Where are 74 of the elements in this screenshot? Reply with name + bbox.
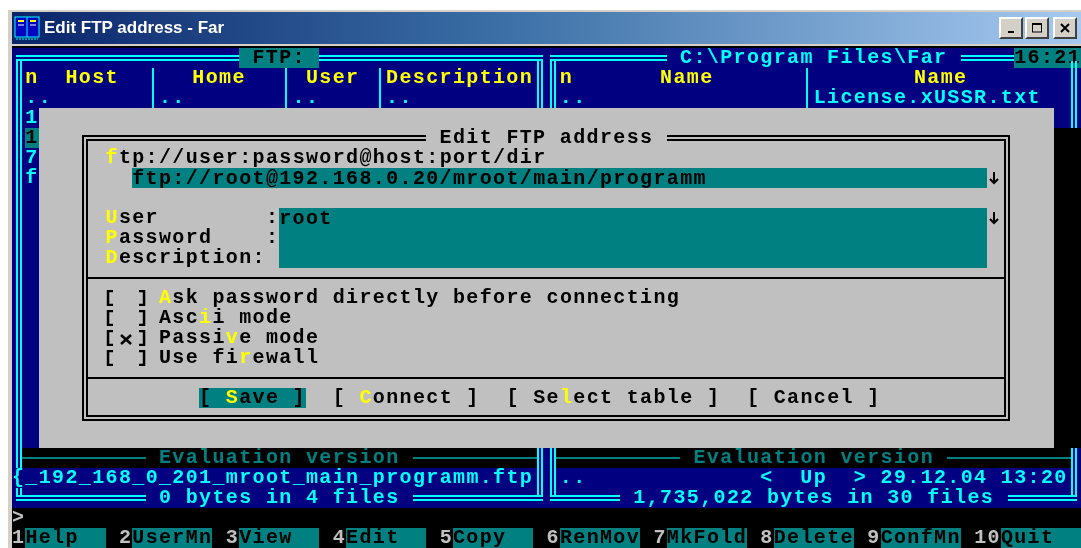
function-key-button[interactable]: View (239, 528, 320, 548)
down-arrow-icon[interactable] (989, 171, 1000, 185)
separator-caption: Evaluation version (692, 448, 936, 468)
key-number: 8 (760, 528, 774, 548)
key-number: 9 (867, 528, 881, 548)
file-info-name: .. (559, 468, 587, 488)
dialog-button[interactable]: [ Cancel ] (747, 388, 881, 408)
panel-summary: 1,735,022 bytes in 30 files (632, 488, 996, 508)
file-cell[interactable]: .. (559, 88, 801, 108)
checkbox-label[interactable]: Ascii mode (158, 308, 293, 328)
function-key-button[interactable]: UserMn (132, 528, 213, 548)
file-info-name: {_192_168_0_201_mroot_main_programm.ftp (12, 468, 534, 488)
key-number: 6 (546, 528, 560, 548)
checkbox-label[interactable]: Passive mode (158, 328, 320, 348)
panels-icon (14, 16, 40, 40)
key-number: 7 (653, 528, 667, 548)
column-heading[interactable]: Name (660, 68, 714, 88)
close-icon (1060, 23, 1070, 33)
key-number: 4 (332, 528, 347, 548)
url-label: ftp://user:password@host:port/dir (105, 148, 547, 168)
field-label: Description: (105, 248, 267, 268)
function-key-button[interactable]: Help (25, 528, 106, 548)
clock: 16:21 (1014, 48, 1081, 68)
minimize-button[interactable] (999, 17, 1023, 39)
checkbox-label[interactable]: Use firewall (158, 348, 320, 368)
panel-title: FTP: (239, 48, 320, 68)
file-cell[interactable]: .. (158, 88, 280, 108)
input-field[interactable]: root (279, 208, 988, 228)
dialog-button[interactable]: [ Connect ] (332, 388, 480, 408)
sort-indicator[interactable]: n (25, 68, 39, 88)
checkbox[interactable] (105, 350, 146, 366)
field-label: Password : (105, 228, 280, 248)
file-info-date: 29.12.04 13:20 (880, 468, 1068, 488)
column-heading[interactable]: Home (192, 68, 246, 88)
input-field[interactable] (279, 248, 988, 268)
url-field[interactable]: ftp://root@192.168.0.20/mroot/main/programm (132, 168, 988, 188)
column-heading[interactable]: Name (913, 68, 968, 88)
key-number: 1 (12, 528, 26, 548)
checkbox[interactable] (105, 330, 146, 346)
checkbox[interactable] (105, 290, 146, 306)
file-cell[interactable]: .. (292, 88, 373, 108)
file-info-size: < Up > (760, 468, 868, 488)
function-key-button[interactable]: Quit (1000, 528, 1081, 548)
file-cell[interactable]: License.xUSSR.txt (813, 88, 1068, 108)
dialog-button[interactable]: [ Save ] (199, 388, 306, 408)
sort-indicator[interactable]: n (559, 68, 574, 88)
panel-title: C:\Program Files\Far (679, 48, 949, 68)
separator-caption: Evaluation version (158, 448, 400, 468)
function-key-button[interactable]: MkFold (666, 528, 747, 548)
field-label: User : (105, 208, 280, 228)
panel-summary: 0 bytes in 4 files (158, 488, 400, 508)
maximize-button[interactable] (1025, 17, 1049, 39)
function-key-button[interactable]: Edit (346, 528, 427, 548)
minimize-icon (1008, 31, 1014, 33)
function-key-button[interactable]: ConfMn (880, 528, 961, 548)
key-number: 10 (974, 528, 1001, 548)
checkbox-label[interactable]: Ask password directly before connecting (158, 288, 681, 308)
dialog-button[interactable]: [ Select table ] (506, 388, 721, 408)
column-heading[interactable]: Description (386, 68, 534, 88)
function-key-button[interactable]: RenMov (559, 528, 641, 548)
down-arrow-icon[interactable] (989, 211, 1000, 225)
column-heading[interactable]: Host (65, 68, 119, 88)
command-prompt[interactable]: > (12, 506, 26, 529)
file-cell[interactable]: .. (386, 88, 534, 108)
checkbox[interactable] (105, 310, 146, 326)
function-key-button[interactable]: Delete (773, 528, 854, 548)
close-button[interactable] (1053, 17, 1077, 39)
maximize-icon (1032, 23, 1042, 33)
window-title: Edit FTP address - Far (44, 18, 225, 38)
key-number: 5 (439, 528, 453, 548)
key-number: 2 (118, 528, 133, 548)
file-cell[interactable]: .. (25, 88, 146, 108)
function-key-button[interactable]: Copy (453, 528, 534, 548)
column-heading[interactable]: User (305, 68, 360, 88)
